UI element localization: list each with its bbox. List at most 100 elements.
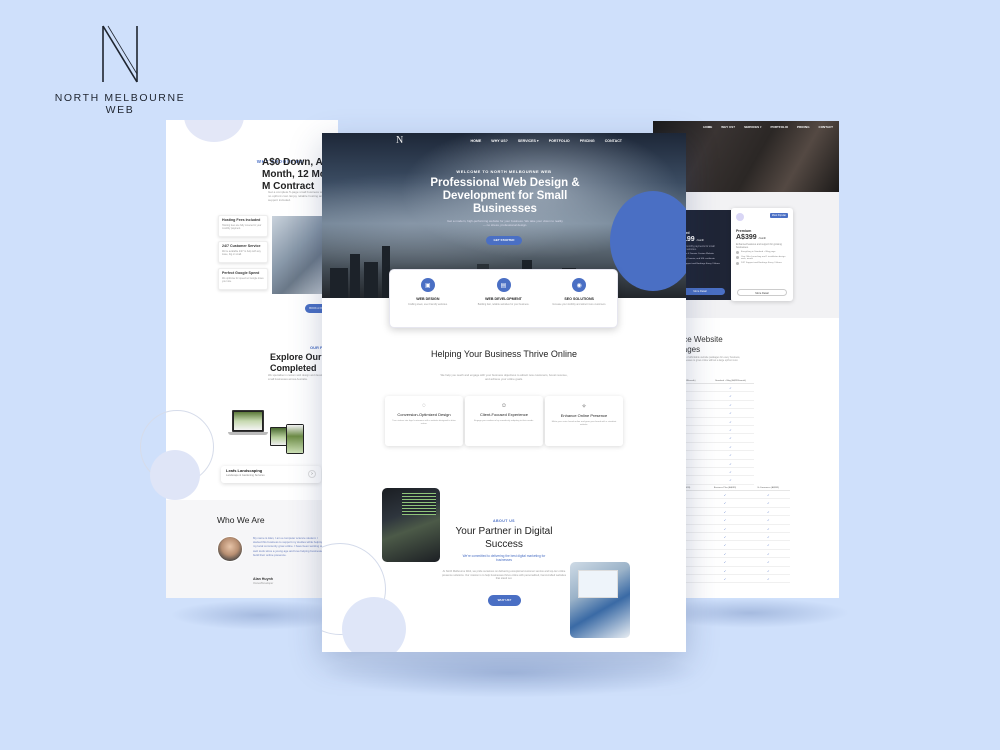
check-icon: ✓	[729, 478, 732, 483]
presence-icon: ✧	[581, 404, 587, 410]
brand-block: NORTH MELBOURNE WEB	[40, 24, 200, 116]
nav-home[interactable]: HOME	[703, 125, 712, 129]
check-icon: ✓	[723, 501, 727, 506]
about-title: Your Partner in Digital Success	[455, 526, 553, 550]
check-icon: ✓	[767, 560, 770, 565]
hero-subtitle: Get a modern, high-performing website fo…	[447, 219, 563, 227]
check-icon: ✓	[767, 518, 770, 523]
check-icon: ✓	[729, 394, 732, 399]
about-kicker: ABOUT US	[493, 519, 515, 523]
check-icon	[736, 256, 739, 260]
check-icon: ✓	[723, 509, 727, 514]
check-icon: ✓	[767, 534, 770, 539]
section-title: Helping Your Business Thrive Online	[431, 349, 577, 359]
nav-why-us[interactable]: WHY US?	[491, 139, 508, 143]
who-we-are-text: My name is Alan, I am a computer science…	[253, 536, 325, 557]
feature-card-hosting: Hosting Fees Included Hosting fees are f…	[218, 215, 268, 237]
section-subtitle: We help you reach and engage with your b…	[440, 373, 568, 381]
check-icon: ✓	[729, 453, 732, 458]
decor-circle	[184, 120, 244, 142]
pricing-card-premium: Most Popular Premium A$399 /month Enhanc…	[731, 208, 793, 301]
check-icon: ✓	[723, 543, 727, 548]
nav-portfolio[interactable]: PORTFOLIO	[771, 125, 789, 129]
conversion-icon: ◌	[422, 403, 426, 409]
check-icon: ✓	[767, 543, 770, 548]
owner-name: Alan Huynh	[253, 577, 273, 581]
plan-badge-icon	[736, 213, 744, 221]
nav-services[interactable]: SERVICES ▾	[518, 139, 539, 143]
arrow-right-icon[interactable]: ›	[308, 470, 316, 478]
owner-role: Owner/Developer	[253, 582, 274, 585]
services-card: ▣ WEB DESIGN Crafting sleek, user-friend…	[389, 269, 618, 328]
check-icon: ✓	[729, 411, 732, 416]
check-icon: ✓	[767, 568, 770, 573]
nav-services[interactable]: SERVICES ▾	[744, 125, 761, 129]
check-icon: ✓	[767, 576, 770, 581]
check-icon: ✓	[729, 419, 732, 424]
workspace-photo	[570, 562, 630, 638]
laptop-base	[228, 432, 268, 435]
about-lead: We're committed to delivering the best d…	[462, 554, 546, 563]
check-icon: ✓	[723, 493, 727, 497]
most-popular-badge: Most Popular	[769, 213, 788, 218]
nav-why-us[interactable]: WHY US?	[721, 125, 735, 129]
nav-pricing[interactable]: PRICING	[580, 139, 595, 143]
seo-icon: ◉	[572, 278, 587, 292]
check-icon: ✓	[729, 402, 732, 407]
nav-home[interactable]: HOME	[471, 139, 482, 143]
check-icon: ✓	[723, 551, 727, 556]
about-text: At North Melbourne Web, we pride ourselv…	[442, 570, 566, 581]
web-design-icon: ▣	[420, 278, 435, 292]
decor-blob	[342, 597, 406, 652]
tablet-mockup	[286, 424, 304, 454]
check-icon: ✓	[729, 386, 732, 390]
premium-more-detail-button[interactable]: More Detail	[737, 289, 787, 296]
brand-logo-icon	[102, 25, 138, 83]
check-icon: ✓	[723, 526, 727, 531]
service-seo[interactable]: ◉ SEO SOLUTIONS Increase your visibility…	[541, 270, 617, 327]
client-icon: ☺	[500, 403, 508, 409]
center-nav: HOME WHY US? SERVICES ▾ PORTFOLIO PRICIN…	[471, 139, 622, 143]
check-icon: ✓	[767, 526, 770, 531]
check-icon	[736, 251, 739, 255]
feature-online-presence: ✧ Enhance Online Presence Make your voic…	[545, 396, 623, 446]
check-icon: ✓	[729, 427, 732, 432]
check-icon: ✓	[723, 534, 727, 539]
who-we-are-title: Who We Are	[217, 515, 265, 525]
nav-contact[interactable]: CONTACT	[605, 139, 622, 143]
hero-title: Professional Web Design & Development fo…	[430, 177, 580, 215]
center-logo-icon[interactable]: N	[396, 135, 403, 146]
decor-blob	[150, 450, 200, 500]
nav-pricing[interactable]: PRICING	[797, 125, 810, 129]
service-web-development[interactable]: ▤ WEB DEVELOPMENT Building fast, reliabl…	[466, 270, 542, 327]
check-icon: ✓	[767, 501, 770, 506]
check-icon: ✓	[729, 444, 732, 449]
center-page-shadow	[320, 648, 700, 698]
decor-circle	[610, 191, 686, 291]
check-icon: ✓	[729, 461, 732, 466]
feature-card-speed: Perfect Google Speed We optimise for spe…	[218, 268, 268, 290]
check-icon: ✓	[767, 509, 770, 514]
coding-photo	[382, 488, 440, 562]
check-icon: ✓	[723, 560, 727, 565]
check-icon	[736, 262, 739, 266]
portfolio-caption-card[interactable]: Leafs Landscaping Landscape & Gardening …	[221, 466, 321, 483]
check-icon: ✓	[729, 469, 732, 474]
nav-contact[interactable]: CONTACT	[819, 125, 833, 129]
service-web-design[interactable]: ▣ WEB DESIGN Crafting sleek, user-friend…	[390, 270, 466, 327]
why-us-button[interactable]: WHY US?	[488, 595, 521, 606]
check-icon: ✓	[767, 551, 770, 556]
check-icon: ✓	[723, 568, 727, 573]
get-started-button[interactable]: GET STARTED	[486, 236, 522, 245]
laptop-mockup	[232, 410, 264, 432]
feature-client-focused: ☺ Client-Focused Experience Engage your …	[465, 396, 543, 446]
mockup-stage: NORTH MELBOURNE WEB WHY CHOOSE US A$0 Do…	[0, 0, 1000, 750]
check-icon: ✓	[723, 576, 727, 581]
feature-conversion: ◌ Conversion-Optimized Design Turn visit…	[385, 396, 463, 446]
right-nav: HOME WHY US? SERVICES ▾ PORTFOLIO PRICIN…	[703, 125, 833, 129]
brand-name: NORTH MELBOURNE WEB	[54, 92, 186, 116]
check-icon: ✓	[767, 493, 770, 497]
check-icon: ✓	[723, 518, 727, 523]
avatar	[217, 536, 243, 562]
nav-portfolio[interactable]: PORTFOLIO	[549, 139, 570, 143]
